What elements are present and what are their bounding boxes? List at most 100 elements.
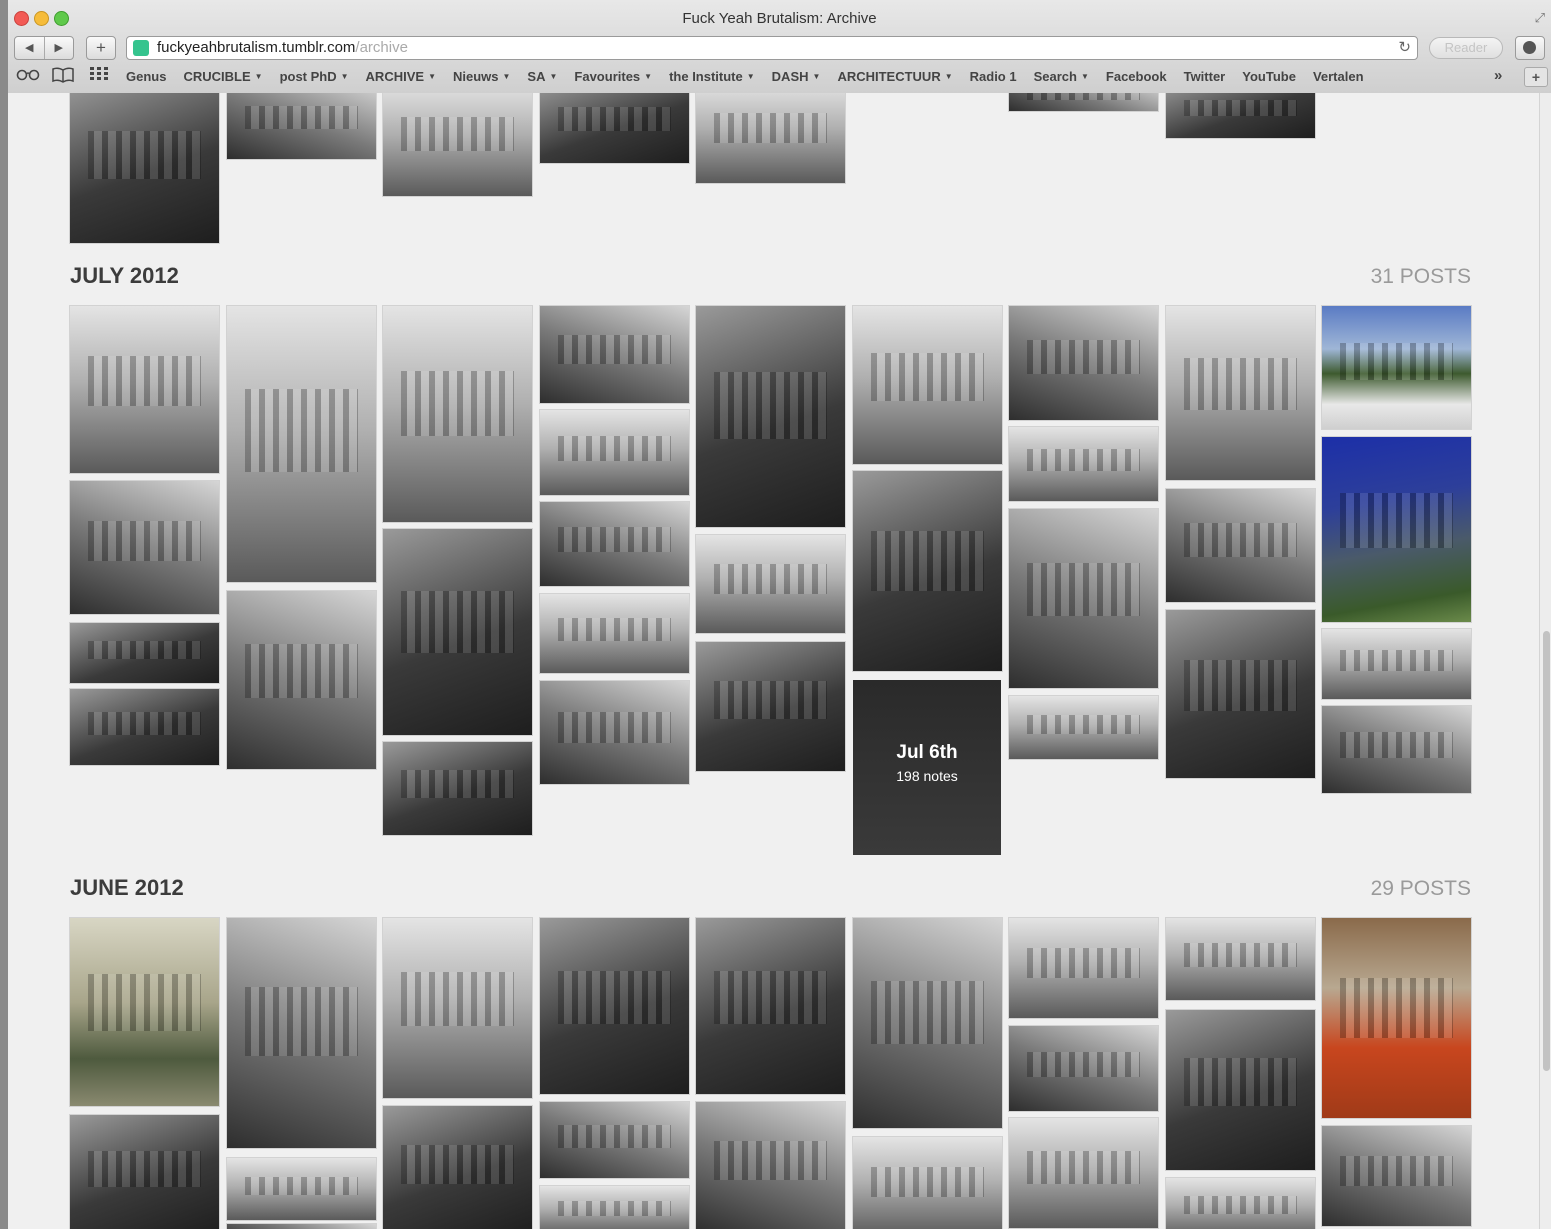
archive-thumbnail[interactable] <box>70 689 219 765</box>
scrollbar-thumb[interactable] <box>1543 631 1550 1071</box>
bookmark-item[interactable]: Radio 1 <box>970 69 1017 84</box>
archive-thumbnail[interactable] <box>853 471 1002 671</box>
archive-thumbnail[interactable] <box>853 1137 1002 1229</box>
bookmark-item[interactable]: post PhD ▼ <box>280 69 349 84</box>
archive-thumbnail[interactable] <box>1166 610 1315 778</box>
bookmark-item[interactable]: Twitter <box>1184 69 1226 84</box>
archive-thumbnail[interactable] <box>383 918 532 1098</box>
archive-thumbnail[interactable] <box>540 1186 689 1229</box>
archive-thumbnail[interactable] <box>70 481 219 614</box>
history-nav: ◀ ▶ <box>14 36 74 60</box>
archive-thumbnail[interactable] <box>1009 696 1158 759</box>
bookmark-item[interactable]: CRUCIBLE ▼ <box>183 69 262 84</box>
add-bookmark-button[interactable]: + <box>1524 67 1548 87</box>
archive-thumbnail[interactable] <box>540 1102 689 1178</box>
archive-thumbnail[interactable] <box>853 306 1002 464</box>
archive-thumbnail[interactable] <box>1009 509 1158 688</box>
archive-thumbnail[interactable] <box>227 591 376 769</box>
vertical-scrollbar[interactable] <box>1539 93 1551 1229</box>
archive-thumbnail[interactable] <box>70 306 219 473</box>
archive-thumbnail[interactable] <box>70 1115 219 1229</box>
bookmark-item[interactable]: Facebook <box>1106 69 1167 84</box>
bookmark-item[interactable]: Vertalen <box>1313 69 1364 84</box>
archive-thumbnail[interactable] <box>1009 918 1158 1018</box>
archive-thumbnail[interactable] <box>540 93 689 163</box>
archive-thumbnail[interactable] <box>696 1102 845 1229</box>
url-host: fuckyeahbrutalism.tumblr.com <box>157 39 356 56</box>
glasses-icon[interactable] <box>16 67 40 84</box>
archive-thumbnail[interactable] <box>1009 1118 1158 1228</box>
bookmark-item[interactable]: ARCHITECTUUR ▼ <box>837 69 952 84</box>
bookmark-item[interactable]: Nieuws ▼ <box>453 69 510 84</box>
archive-thumbnail[interactable] <box>696 918 845 1094</box>
archive-thumbnail[interactable] <box>227 1158 376 1220</box>
book-icon[interactable] <box>52 67 74 86</box>
archive-thumbnail[interactable] <box>540 918 689 1094</box>
archive-thumbnail[interactable] <box>1322 437 1471 622</box>
archive-thumbnail[interactable] <box>696 306 845 527</box>
archive-thumbnail[interactable] <box>540 410 689 495</box>
archive-thumbnail[interactable] <box>1009 306 1158 420</box>
archive-thumbnail[interactable] <box>383 306 532 522</box>
archive-thumbnail[interactable] <box>1322 1126 1471 1226</box>
archive-thumbnail[interactable] <box>1166 1178 1315 1229</box>
bookmark-item[interactable]: ARCHIVE ▼ <box>366 69 436 84</box>
reader-button[interactable]: Reader <box>1429 37 1503 59</box>
archive-thumbnail[interactable] <box>696 642 845 771</box>
archive-thumbnail[interactable] <box>70 623 219 683</box>
bookmark-item[interactable]: Favourites ▼ <box>574 69 652 84</box>
bookmark-item[interactable]: SA ▼ <box>527 69 557 84</box>
archive-thumbnail[interactable] <box>540 306 689 403</box>
grid-icon[interactable] <box>90 67 108 84</box>
archive-thumbnail[interactable] <box>696 93 845 183</box>
bookmark-label: ARCHIVE <box>365 69 425 84</box>
bookmark-item[interactable]: DASH ▼ <box>772 69 821 84</box>
bookmark-item[interactable]: YouTube <box>1242 69 1296 84</box>
user-button[interactable] <box>1515 36 1545 60</box>
archive-thumbnail[interactable] <box>227 918 376 1148</box>
bookmark-label: Radio 1 <box>969 69 1017 84</box>
thumbnail-detail <box>1339 1156 1454 1186</box>
archive-thumbnail[interactable] <box>540 594 689 673</box>
archive-thumbnail[interactable] <box>1009 427 1158 501</box>
bookmark-item[interactable]: Genus <box>126 69 166 84</box>
more-bookmarks-icon[interactable]: » <box>1494 67 1502 84</box>
archive-thumbnail[interactable] <box>1009 1026 1158 1111</box>
archive-thumbnail[interactable] <box>70 93 219 243</box>
forward-button[interactable]: ▶ <box>45 37 74 59</box>
bookmark-item[interactable]: Search ▼ <box>1034 69 1089 84</box>
archive-thumbnail[interactable] <box>1166 93 1315 138</box>
bookmark-label: post PhD <box>279 69 337 84</box>
archive-thumbnail[interactable] <box>540 681 689 784</box>
fullscreen-icon[interactable]: ⤢ <box>1535 10 1545 26</box>
archive-thumbnail[interactable] <box>1322 306 1471 429</box>
archive-thumbnail[interactable] <box>227 93 376 159</box>
archive-thumbnail[interactable] <box>853 918 1002 1128</box>
address-bar[interactable]: fuckyeahbrutalism.tumblr.com/archive ↻ <box>126 36 1418 60</box>
archive-thumbnail[interactable] <box>70 918 219 1106</box>
archive-thumbnail[interactable] <box>540 502 689 586</box>
archive-thumbnail[interactable] <box>1009 93 1158 111</box>
archive-thumbnail[interactable] <box>1322 706 1471 793</box>
archive-thumbnail[interactable] <box>227 306 376 582</box>
new-tab-button[interactable]: + <box>86 36 116 60</box>
archive-thumbnail[interactable] <box>383 742 532 835</box>
archive-thumbnail[interactable] <box>383 529 532 735</box>
back-button[interactable]: ◀ <box>15 37 45 59</box>
chevron-down-icon: ▼ <box>428 72 436 81</box>
archive-thumbnail[interactable] <box>696 535 845 633</box>
bookmark-item[interactable]: the Institute ▼ <box>669 69 755 84</box>
thumbnail-detail <box>244 644 359 698</box>
bookmark-label: the Institute <box>669 69 743 84</box>
post-hover-overlay[interactable]: Jul 6th 198 notes <box>853 680 1001 855</box>
archive-thumbnail[interactable] <box>1322 629 1471 699</box>
archive-thumbnail[interactable] <box>1166 489 1315 602</box>
archive-thumbnail[interactable] <box>1322 918 1471 1118</box>
archive-thumbnail[interactable] <box>383 93 532 196</box>
archive-thumbnail[interactable] <box>1166 1010 1315 1170</box>
archive-thumbnail[interactable] <box>383 1106 532 1229</box>
archive-thumbnail[interactable] <box>1166 918 1315 1000</box>
archive-thumbnail[interactable] <box>227 1224 376 1229</box>
reload-icon[interactable]: ↻ <box>1398 37 1411 59</box>
archive-thumbnail[interactable] <box>1166 306 1315 480</box>
